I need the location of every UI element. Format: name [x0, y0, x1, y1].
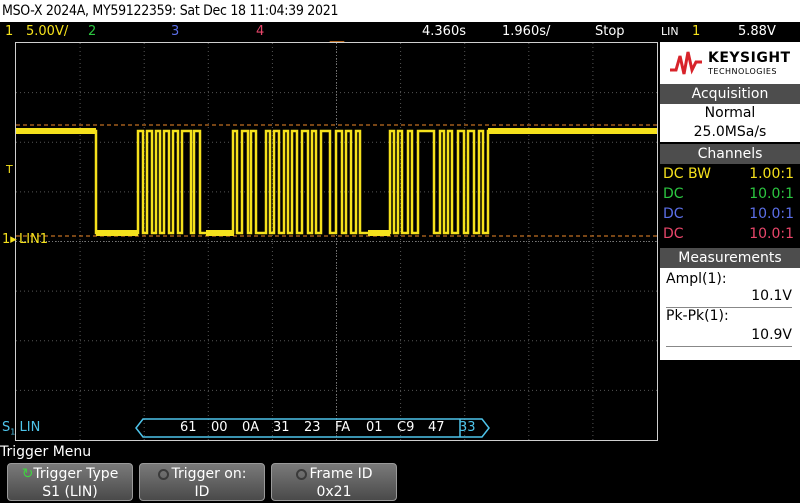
channel-row: DC 10.0:1 — [660, 224, 800, 244]
time-position[interactable]: 4.360s — [422, 22, 466, 42]
bus-byte: 47 — [428, 420, 445, 435]
channel-coupling: DC — [663, 186, 684, 202]
ch1-trace-label: LIN1 — [19, 232, 49, 247]
channel-probe-ratio: 1.00:1 — [749, 166, 794, 182]
trigger-level-marker: T — [6, 163, 13, 176]
bus-label: S1 LIN — [2, 420, 40, 437]
bus-byte: C9 — [397, 420, 415, 435]
acquisition-body: Normal 25.0MSa/s — [660, 104, 800, 142]
ch3-number[interactable]: 3 — [171, 22, 179, 42]
knob-icon — [157, 469, 169, 480]
measurement-1-value: 10.1V — [751, 288, 792, 304]
window-title-bar: MSO-X 2024A, MY59122359: Sat Dec 18 11:0… — [0, 0, 800, 22]
measurement-2-value: 10.9V — [751, 327, 792, 343]
measurements-heading: Measurements — [660, 248, 800, 268]
side-panel: KEYSIGHT TECHNOLOGIES Acquisition Normal… — [660, 42, 800, 441]
softkey-trigger-on[interactable]: Trigger on: ID — [139, 463, 265, 501]
measurement-2-label: Pk-Pk(1): — [666, 308, 729, 324]
waveform-grid[interactable] — [15, 42, 658, 441]
channel-coupling: DC — [663, 206, 684, 222]
run-state[interactable]: Stop — [595, 22, 625, 42]
bus-byte: 00 — [211, 420, 228, 435]
acquisition-rate: 25.0MSa/s — [693, 124, 767, 140]
bus-byte: FA — [335, 420, 351, 435]
bus-byte-list: 61 00 0A 31 23 FA 01 C9 47 33 — [180, 420, 481, 435]
ch1-band — [16, 128, 96, 134]
channels-list: DC BW 1.00:1 DC 10.0:1 DC 10.0:1 DC 10.0:1 — [660, 164, 800, 244]
measurements-body: Ampl(1): 10.1V Pk-Pk(1): 10.9V — [660, 268, 800, 360]
softkey-1-value: S1 (LIN) — [42, 484, 98, 500]
bus-byte: 01 — [366, 420, 383, 435]
ch1-band — [206, 230, 234, 236]
acquisition-mode: Normal — [704, 105, 756, 121]
ch1-scale[interactable]: 5.00V/ — [26, 22, 68, 42]
bus-byte: 31 — [273, 420, 290, 435]
trigger-source: 1 — [692, 24, 701, 39]
channel-probe-ratio: 10.0:1 — [749, 226, 794, 242]
measurement-1-label: Ampl(1): — [666, 271, 727, 287]
brand-name: KEYSIGHT — [708, 50, 791, 66]
trigger-menu-title: Trigger Menu — [0, 444, 92, 460]
ch2-number[interactable]: 2 — [88, 22, 96, 42]
ch1-band — [488, 128, 657, 134]
bus-subscript: 1 — [10, 427, 16, 437]
knob-icon — [295, 469, 307, 480]
softkey-2-label: Trigger on: — [171, 466, 247, 482]
graticule — [16, 43, 657, 440]
bus-byte: 61 — [180, 420, 197, 435]
ch1-number[interactable]: 1 — [5, 22, 13, 42]
trigger-type-indicator: LIN — [661, 25, 679, 38]
softkey-3-value: 0x21 — [316, 484, 352, 500]
rotate-knob-icon: ↻ — [21, 466, 34, 482]
ch1-ground-marker[interactable]: 1▸ — [2, 232, 17, 247]
channel-probe-ratio: 10.0:1 — [749, 186, 794, 202]
bus-byte: 0A — [242, 420, 260, 435]
channel-row: DC 10.0:1 — [660, 184, 800, 204]
softkey-trigger-type[interactable]: ↻Trigger Type S1 (LIN) — [7, 463, 133, 501]
keysight-logo: KEYSIGHT TECHNOLOGIES — [660, 42, 800, 84]
time-scale[interactable]: 1.960s/ — [502, 22, 550, 42]
channel-row: DC BW 1.00:1 — [660, 164, 800, 184]
softkey-2-value: ID — [194, 484, 210, 500]
channel-row: DC 10.0:1 — [660, 204, 800, 224]
ch4-number[interactable]: 4 — [256, 22, 264, 42]
softkey-3-label: Frame ID — [309, 466, 373, 482]
channels-heading: Channels — [660, 144, 800, 164]
softkey-frame-id[interactable]: Frame ID 0x21 — [271, 463, 397, 501]
keysight-wave-icon — [670, 51, 702, 75]
scope-status-bar: 1 5.00V/ 2 3 4 4.360s 1.960s/ Stop LIN 1… — [0, 22, 800, 42]
brand-sub: TECHNOLOGIES — [708, 67, 777, 76]
channel-coupling: DC BW — [663, 166, 711, 182]
ch1-band — [368, 230, 390, 236]
bus-name: LIN — [19, 420, 41, 435]
ch1-waveform — [16, 129, 657, 235]
softkey-1-label: Trigger Type — [33, 466, 119, 482]
channel-coupling: DC — [663, 226, 684, 242]
acquisition-heading: Acquisition — [660, 84, 800, 104]
bus-byte: 23 — [304, 420, 321, 435]
lin-decode-bus[interactable]: 61 00 0A 31 23 FA 01 C9 47 33 — [135, 418, 490, 438]
trigger-level: 5.88V — [738, 24, 776, 39]
bus-byte: 33 — [459, 420, 476, 435]
ch1-band — [96, 230, 138, 236]
channel-probe-ratio: 10.0:1 — [749, 206, 794, 222]
